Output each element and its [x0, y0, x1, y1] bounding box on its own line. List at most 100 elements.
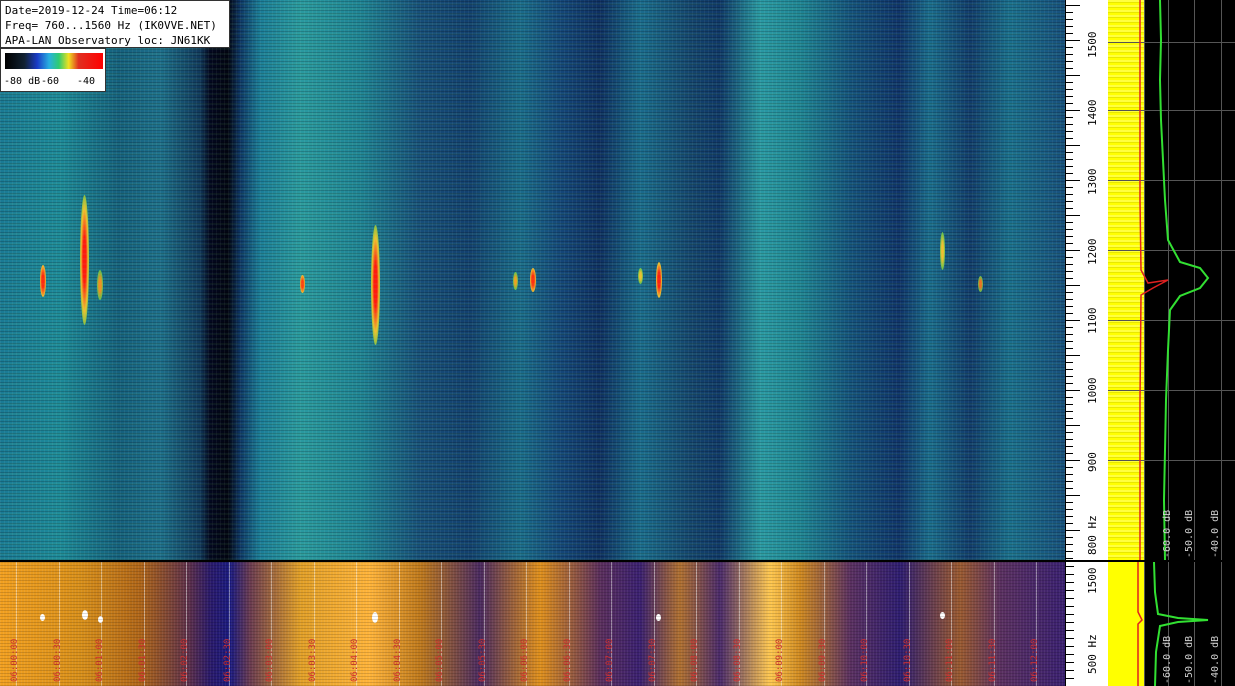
freq-tick [1066, 574, 1074, 575]
meteor-echo [940, 232, 945, 270]
freq-tick [1066, 678, 1074, 679]
time-grid-line [611, 562, 612, 686]
freq-tick [1066, 516, 1073, 517]
freq-tick [1066, 488, 1073, 489]
freq-tick [1066, 306, 1073, 307]
freq-tick [1066, 33, 1073, 34]
freq-tick [1066, 362, 1073, 363]
freq-tick [1066, 292, 1073, 293]
freq-tick-label: 1400 [1086, 99, 1099, 127]
freq-tick [1066, 89, 1073, 90]
freq-tick [1066, 446, 1073, 447]
freq-tick [1066, 566, 1074, 567]
freq-tick-label: 1100 [1086, 307, 1099, 335]
freq-tick [1066, 622, 1074, 623]
freq-tick-label: 500 Hz [1086, 634, 1099, 674]
main-waterfall [0, 0, 1065, 560]
meteor-echo [371, 225, 380, 345]
freq-tick [1066, 551, 1073, 552]
freq-tick [1066, 509, 1073, 510]
freq-tick [1066, 537, 1073, 538]
time-grid-line [186, 562, 187, 686]
freq-tick [1066, 383, 1073, 384]
meteor-echo [97, 270, 103, 300]
freq-tick [1066, 264, 1073, 265]
freq-tick [1066, 54, 1073, 55]
freq-tick [1066, 481, 1073, 482]
time-grid-line [908, 562, 910, 686]
freq-tick [1066, 166, 1073, 167]
freq-tick [1066, 26, 1073, 27]
freq-tick-label: 1500 [1086, 567, 1099, 595]
meteor-echo [656, 262, 662, 298]
freq-tick [1066, 285, 1080, 286]
freq-tick [1066, 250, 1080, 251]
meteor-echo-dot [82, 610, 88, 620]
meteor-echo [638, 268, 643, 284]
meteor-echo-dot [940, 612, 945, 619]
db-label: -40.0 dB [1210, 635, 1221, 684]
freq-tick [1066, 145, 1080, 146]
time-grid-line [1036, 562, 1037, 686]
time-grid-line [823, 562, 825, 686]
scale-label-min: -80 dB [4, 76, 41, 87]
freq-tick [1066, 502, 1073, 503]
freq-tick [1066, 606, 1074, 607]
time-grid-line [866, 562, 867, 686]
freq-tick [1066, 243, 1073, 244]
freq-tick [1066, 630, 1074, 631]
meteor-echo-dot [40, 614, 45, 621]
freq-tick [1066, 236, 1073, 237]
spectrum-panel-bottom: -60.0 dB -50.0 dB -40.0 dB [1108, 562, 1235, 686]
freq-tick [1066, 257, 1073, 258]
freq-tick [1066, 229, 1073, 230]
freq-tick [1066, 12, 1073, 13]
color-scale: -80 dB -60 -40 [0, 48, 106, 92]
freq-tick [1066, 638, 1074, 639]
freq-tick-label: 1500 [1086, 31, 1099, 59]
freq-tick [1066, 173, 1073, 174]
freq-tick [1066, 40, 1080, 41]
freq-tick [1066, 271, 1073, 272]
scale-label-max: -40 [77, 76, 96, 87]
freq-tick [1066, 68, 1073, 69]
time-grid-line [16, 562, 17, 686]
freq-tick [1066, 390, 1080, 391]
db-label: -60.0 dB [1162, 635, 1173, 684]
spectrum-traces [1139, 0, 1210, 560]
freq-tick-label: 1200 [1086, 238, 1099, 266]
freq-tick [1066, 646, 1074, 647]
freq-tick [1066, 439, 1073, 440]
meteor-echo-dot [98, 616, 103, 623]
meteor-echo [300, 275, 305, 293]
freq-tick [1066, 19, 1073, 20]
time-grid-line [356, 562, 357, 686]
freq-tick [1066, 61, 1073, 62]
meteor-echo [80, 195, 89, 325]
time-grid-line [101, 562, 102, 686]
time-grid-line [526, 562, 527, 686]
freq-tick [1066, 320, 1080, 321]
freq-tick [1066, 138, 1073, 139]
freq-tick [1066, 582, 1074, 583]
freq-tick [1066, 404, 1073, 405]
time-grid-line [313, 562, 315, 686]
freq-tick [1066, 124, 1073, 125]
color-scale-bar [5, 53, 103, 69]
db-label: -50.0 dB [1184, 635, 1195, 684]
freq-tick [1066, 75, 1080, 76]
db-label: -60.0 dB [1162, 509, 1173, 558]
freq-tick [1066, 376, 1073, 377]
freq-tick [1066, 82, 1073, 83]
freq-tick [1066, 355, 1080, 356]
time-grid-line [568, 562, 570, 686]
freq-tick [1066, 180, 1080, 181]
meteor-echo [530, 268, 536, 292]
freq-tick [1066, 530, 1080, 531]
time-grid-line [143, 562, 145, 686]
freq-tick [1066, 201, 1073, 202]
freq-tick [1066, 425, 1080, 426]
time-grid-line [398, 562, 400, 686]
meteor-echo [513, 272, 518, 290]
freq-tick [1066, 397, 1073, 398]
